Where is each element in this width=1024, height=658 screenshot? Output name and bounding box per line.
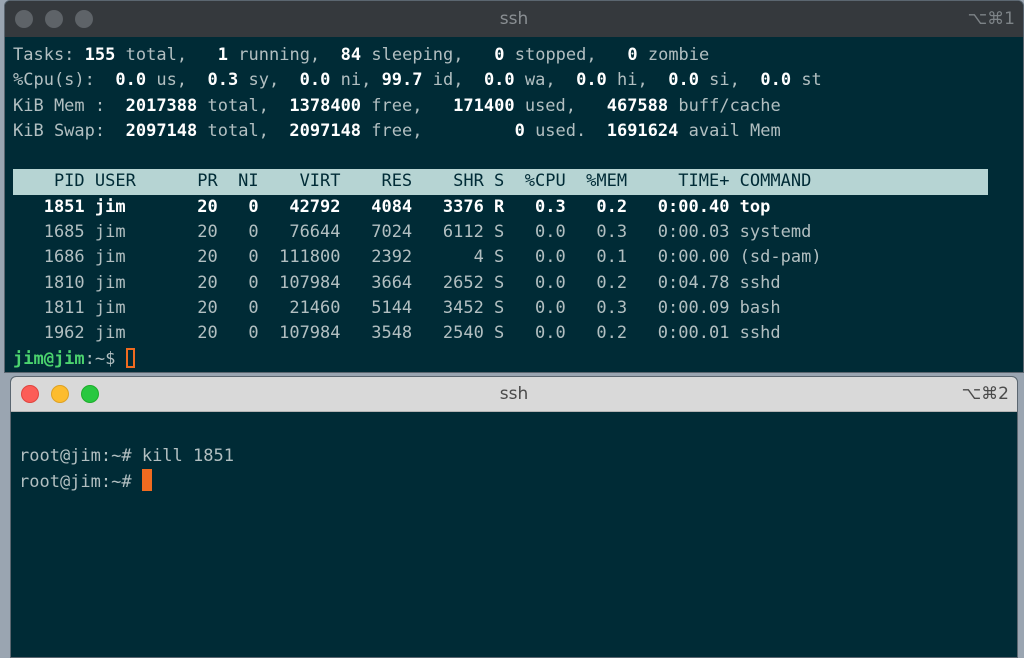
window-title: ssh: [499, 9, 529, 29]
close-button[interactable]: [15, 10, 33, 28]
minimize-button[interactable]: [45, 10, 63, 28]
mem-line: KiB Mem : 2017388 total, 1378400 free, 1…: [13, 95, 781, 116]
bottom-output[interactable]: root@jim:~# kill 1851 root@jim:~#: [19, 419, 1017, 545]
inactive-cursor: [125, 347, 135, 368]
process-row: 1811 jim 20 0 21460 5144 3452 S 0.0 0.3 …: [13, 297, 781, 318]
top-output: Tasks: 155 total, 1 running, 84 sleeping…: [13, 43, 1023, 372]
process-row: 1962 jim 20 0 107984 3548 2540 S 0.0 0.2…: [13, 323, 781, 344]
active-cursor: [141, 469, 152, 491]
swap-line: KiB Swap: 2097148 total, 2097148 free, 0…: [13, 120, 781, 141]
close-button[interactable]: [21, 385, 39, 403]
process-table-header: PID USER PR NI VIRT RES SHR S %CPU %MEM …: [13, 169, 988, 195]
top-terminal-window[interactable]: ssh ⌥⌘1 Tasks: 155 total, 1 running, 84 …: [4, 0, 1024, 373]
process-row: 1686 jim 20 0 111800 2392 4 S 0.0 0.1 0:…: [13, 247, 822, 268]
window-shortcut: ⌥⌘2: [961, 384, 1009, 404]
bottom-terminal-window[interactable]: ssh ⌥⌘2 root@jim:~# kill 1851 root@jim:~#: [10, 376, 1018, 658]
bottom-window-titlebar[interactable]: ssh ⌥⌘2: [11, 377, 1017, 412]
command-line: root@jim:~# kill 1851: [19, 446, 234, 466]
tasks-line: Tasks: 155 total, 1 running, 84 sleeping…: [13, 45, 710, 65]
window-controls: [15, 1, 93, 37]
top-prompt-line[interactable]: jim@jim:~$: [13, 347, 1023, 372]
active-prompt-line[interactable]: root@jim:~#: [19, 469, 1017, 495]
top-window-titlebar[interactable]: ssh ⌥⌘1: [5, 1, 1023, 37]
zoom-button[interactable]: [81, 385, 99, 403]
process-row: 1685 jim 20 0 76644 7024 6112 S 0.0 0.3 …: [13, 222, 812, 243]
window-controls: [21, 377, 99, 411]
window-shortcut: ⌥⌘1: [967, 9, 1015, 29]
minimize-button[interactable]: [51, 385, 69, 403]
window-title: ssh: [499, 384, 529, 404]
process-row: 1851 jim 20 0 42792 4084 3376 R 0.3 0.2 …: [13, 196, 771, 217]
zoom-button[interactable]: [75, 10, 93, 28]
prompt-path: :~$: [84, 348, 126, 369]
prompt-user: jim@jim: [13, 348, 85, 369]
process-table: 1851 jim 20 0 42792 4084 3376 R 0.3 0.2 …: [13, 195, 1023, 347]
cpu-line: %Cpu(s): 0.0 us, 0.3 sy, 0.0 ni, 99.7 id…: [13, 70, 822, 91]
process-row: 1810 jim 20 0 107984 3664 2652 S 0.0 0.2…: [13, 272, 781, 293]
